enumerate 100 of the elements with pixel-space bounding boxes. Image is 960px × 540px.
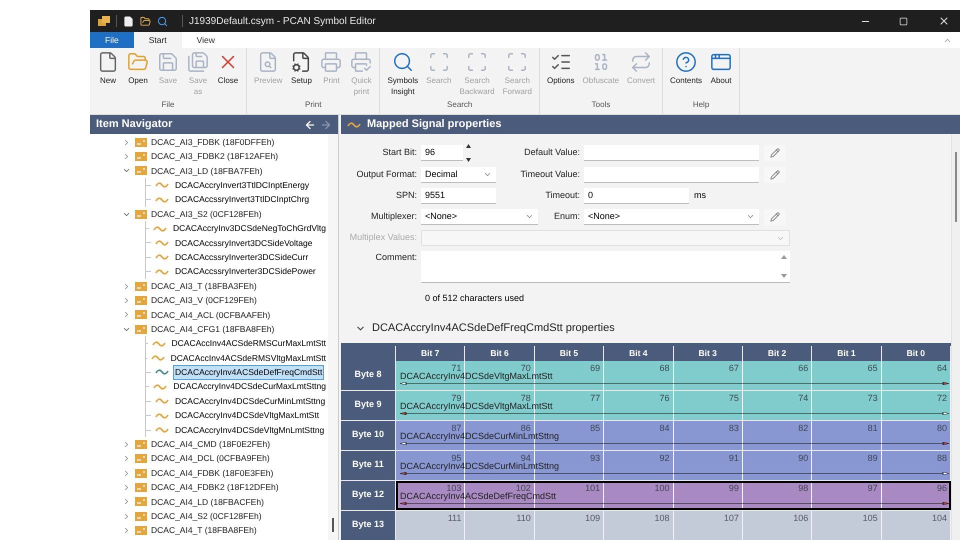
scrollbar[interactable] [328, 134, 338, 540]
edit-button[interactable] [764, 145, 785, 161]
expand-icon[interactable] [122, 152, 131, 162]
tree-item[interactable]: DCAC_AI3_FDBK2 (18F12AFEh) [151, 150, 278, 163]
tree-item[interactable]: DCACAccssryInvert3DCSideVoltage [173, 236, 314, 250]
bit-number: 81 [868, 422, 878, 434]
ribbon-button[interactable]: New [94, 48, 122, 86]
chevron-down-icon [525, 212, 534, 221]
ribbon-button[interactable]: Close [214, 48, 242, 86]
group-label: Help [692, 99, 710, 111]
text-field[interactable] [584, 145, 759, 161]
tree-item[interactable]: DCAC_AI4_FDBK (18F0E3FEh) [151, 466, 274, 480]
spin-up-icon[interactable] [466, 144, 470, 148]
bit-number: 75 [728, 392, 739, 404]
tree-item[interactable]: DCAC_AI3_V (0CF129FEh) [151, 294, 257, 307]
expand-icon[interactable] [122, 310, 131, 320]
tree-item[interactable]: DCACAccInv4ACSdeRMSCurMaxLmtStt [170, 336, 328, 352]
tree-item[interactable]: DCAC_AI4_S2 (0CF128FEh) [151, 510, 262, 523]
scroll-down-icon[interactable] [781, 274, 787, 278]
expand-icon[interactable] [122, 512, 131, 521]
expand-icon[interactable] [122, 497, 131, 506]
expand-icon[interactable] [122, 483, 131, 492]
dropdown[interactable]: <None> [421, 209, 538, 225]
text-field[interactable] [584, 167, 759, 183]
text-field[interactable]: 96 [421, 145, 463, 161]
tree-item[interactable]: DCACAccryInv4ACSdeDefFreqCmdStt [173, 365, 324, 380]
text-field[interactable]: 9551 [421, 188, 496, 204]
expand-icon[interactable] [122, 454, 131, 464]
tree-item[interactable]: DCACAccryInv4DCSdeVltgMnLmtSttng [173, 422, 326, 438]
expand-icon[interactable] [122, 440, 131, 449]
tree-item[interactable]: DCAC_AI4_T (18FBA8FEh) [151, 524, 257, 538]
tree-item[interactable]: DCACAccryInv4DCSdeCurMaxLmtSttng [171, 379, 328, 394]
tree-item[interactable]: DCAC_AI4_CMD (18F0E2FEh) [151, 438, 270, 451]
ribbon-button[interactable]: About [707, 48, 736, 86]
scroll-up-icon[interactable] [781, 255, 787, 259]
tree-item[interactable]: DCAC_AI3_LD (18FBA7FEh) [151, 164, 262, 178]
bit-number: 84 [659, 422, 670, 434]
ribbon-button[interactable]: Setup [287, 48, 316, 86]
signal-icon [155, 412, 169, 420]
tree-item[interactable]: DCAC_AI4_DCL (0CFBA9FEh) [151, 452, 270, 466]
spin-down-icon[interactable] [466, 158, 470, 162]
tree-item[interactable]: DCACAccInv4ACSdeRMSVltgMaxLmtStt [168, 350, 328, 366]
tree-item[interactable]: DCAC_AI4_FDBK2 (18F12DFEh) [151, 481, 279, 494]
tree-item[interactable]: DCACAccssryInvert3TtlDCInptChrg [173, 192, 312, 208]
close-icon[interactable] [938, 15, 950, 27]
tree-item[interactable]: DCAC_AI3_FDBK (18F0DFFEh) [151, 136, 274, 149]
bit-number: 99 [728, 482, 739, 494]
new-file-icon[interactable] [123, 16, 134, 26]
tree-item[interactable]: DCAC_AI4_CFG1 (18FBA8FEh) [151, 322, 274, 336]
open-folder-icon[interactable] [140, 16, 151, 26]
text-field[interactable]: 0 [584, 188, 689, 204]
bit-number: 105 [862, 512, 878, 524]
expand-icon[interactable] [122, 296, 131, 305]
tree-item[interactable]: DCACAccryInv4DCSdeCurMinLmtSttng [173, 394, 328, 409]
back-icon[interactable] [304, 118, 316, 130]
forward-icon[interactable] [320, 118, 332, 130]
tree-item[interactable]: DCACAccryInv4DCSdeVltgMaxLmtStt [173, 408, 322, 423]
tree-item[interactable]: DCACAccssryInverter3DCSidePower [173, 264, 318, 280]
ribbon-button[interactable]: Contents [667, 48, 706, 86]
scan-icon [428, 51, 450, 73]
tree-item[interactable]: DCACAccssryInverter3DCSideCurr [173, 250, 310, 265]
search-icon[interactable] [157, 16, 168, 26]
bit-number: 76 [659, 392, 670, 404]
edit-button[interactable] [764, 209, 785, 225]
expand-icon[interactable] [122, 138, 131, 147]
scrollbar[interactable] [951, 134, 960, 540]
pencil-icon [770, 212, 780, 222]
maximize-icon[interactable] [899, 16, 908, 26]
chevron-down-icon [746, 212, 755, 221]
tree-item[interactable]: DCAC_AI4_ACL (0CFBAAFEh) [151, 308, 270, 322]
ribbon-tab[interactable]: Start [134, 32, 182, 48]
tree-item[interactable]: DCAC_AI3_T (18FBA3FEh) [151, 280, 257, 292]
row-header: Byte 12 [341, 480, 396, 510]
expand-icon[interactable] [122, 282, 131, 291]
signal-icon [152, 340, 166, 348]
search-icon [392, 51, 414, 73]
expand-icon[interactable] [122, 468, 131, 478]
ribbon-button[interactable]: Options [544, 48, 578, 86]
expand-icon[interactable] [122, 526, 131, 536]
tree-item[interactable]: DCACAccryInvert3TtlDCInptEnergy [173, 178, 312, 193]
pencil-icon [770, 148, 780, 158]
comment-field[interactable] [421, 251, 790, 283]
bit-number: 86 [520, 422, 531, 432]
ribbon-tab[interactable]: File [90, 32, 134, 48]
tree-item[interactable]: DCAC_AI4_LD (18FBACFEh) [151, 496, 264, 508]
edit-button[interactable] [764, 167, 785, 183]
group-label: Tools [592, 99, 610, 111]
ribbon-button[interactable]: Symbols Insight [384, 48, 422, 97]
signal-icon [155, 196, 169, 204]
tree-item[interactable]: DCACAccryInv3DCSdeNegToChGrdVltg [170, 221, 328, 236]
dropdown[interactable]: <None> [584, 209, 759, 225]
tree-item[interactable]: DCAC_AI3_S2 (0CF128FEh) [151, 208, 262, 221]
message-icon [135, 296, 147, 305]
dropdown[interactable]: Decimal [421, 167, 496, 183]
ribbon-tab[interactable]: View [182, 32, 230, 48]
printer-check-icon [350, 51, 372, 73]
panel-title: Mapped Signal properties [367, 117, 502, 132]
bit-number: 77 [590, 392, 600, 404]
ribbon-button[interactable]: Open [124, 48, 152, 86]
message-icon [135, 497, 147, 506]
